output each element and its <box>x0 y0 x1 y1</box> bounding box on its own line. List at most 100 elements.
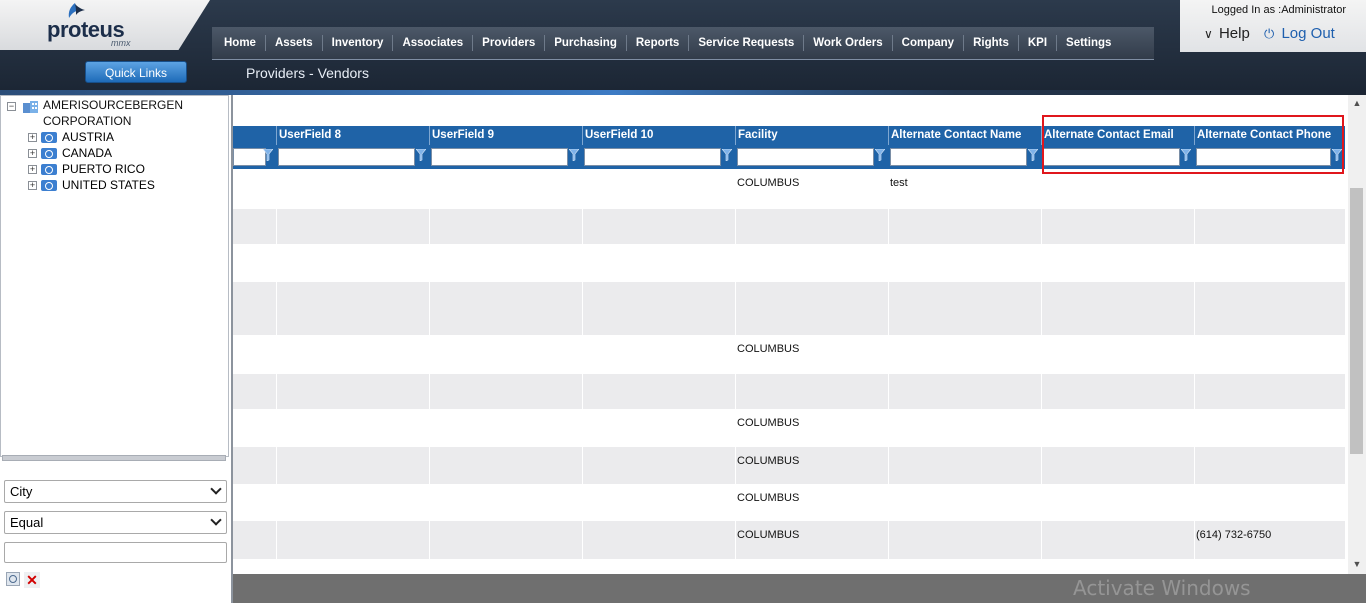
nav-purchasing[interactable]: Purchasing <box>545 35 627 51</box>
scroll-down-icon[interactable]: ▼ <box>1348 556 1366 573</box>
table-row[interactable] <box>233 374 1345 409</box>
column-filter-input[interactable] <box>278 148 415 166</box>
table-row[interactable]: COLUMBUS <box>233 409 1345 447</box>
table-row[interactable]: COLUMBUS <box>233 447 1345 484</box>
search-icon[interactable] <box>6 572 20 586</box>
tree-horizontal-scrollbar[interactable] <box>2 455 226 461</box>
column-filter-input[interactable] <box>431 148 568 166</box>
logout-link[interactable]: ⏻ Log Out <box>1264 25 1335 42</box>
tree-node-label[interactable]: AUSTRIA <box>62 130 114 144</box>
tree-node-label[interactable]: CANADA <box>62 146 112 160</box>
column-filter-input[interactable] <box>737 148 874 166</box>
nav-reports[interactable]: Reports <box>627 35 690 51</box>
nav-work-orders[interactable]: Work Orders <box>804 35 893 51</box>
tree-node-canada[interactable]: + CANADA <box>28 146 112 160</box>
nav-inventory[interactable]: Inventory <box>323 35 394 51</box>
expand-icon[interactable]: + <box>28 181 37 191</box>
filter-funnel-icon[interactable] <box>1028 149 1038 161</box>
nav-service-requests[interactable]: Service Requests <box>689 35 805 51</box>
filter-funnel-icon[interactable] <box>569 149 579 161</box>
expand-icon[interactable]: + <box>28 149 37 159</box>
help-link[interactable]: ∨ Help <box>1204 25 1250 42</box>
column-filter-input[interactable] <box>890 148 1027 166</box>
filter-funnel-icon[interactable] <box>416 149 426 161</box>
filter-funnel-icon[interactable] <box>263 149 273 161</box>
column-header-alt-contact-phone[interactable]: Alternate Contact Phone <box>1194 126 1345 145</box>
expand-icon[interactable]: + <box>28 165 37 175</box>
table-row[interactable]: COLUMBUS <box>233 484 1345 521</box>
nav-associates[interactable]: Associates <box>393 35 474 51</box>
scroll-up-icon[interactable]: ▲ <box>1348 95 1366 112</box>
scroll-thumb[interactable] <box>1350 188 1363 454</box>
nav-providers[interactable]: Providers <box>473 35 546 51</box>
table-cell <box>1041 409 1194 417</box>
column-divider <box>1041 169 1042 574</box>
table-row[interactable] <box>233 244 1345 282</box>
table-cell: COLUMBUS <box>737 343 800 355</box>
nav-company[interactable]: Company <box>893 35 965 51</box>
nav-home[interactable]: Home <box>215 35 266 51</box>
column-header-alt-contact-email[interactable]: Alternate Contact Email <box>1041 126 1194 145</box>
filter-field-value: City <box>10 484 33 499</box>
table-cell <box>276 209 429 217</box>
nav-kpi[interactable]: KPI <box>1019 35 1058 51</box>
table-row[interactable]: COLUMBUS (614) 732-6750 <box>233 521 1345 559</box>
column-divider <box>735 169 736 574</box>
table-cell <box>888 244 1041 252</box>
nav-assets[interactable]: Assets <box>266 35 323 51</box>
nav-rights[interactable]: Rights <box>964 35 1019 51</box>
clear-filter-icon[interactable]: ✕ <box>24 572 40 588</box>
filter-funnel-icon[interactable] <box>1332 149 1342 161</box>
column-header-userfield-10[interactable]: UserField 10 <box>582 126 735 145</box>
nav-settings[interactable]: Settings <box>1057 35 1120 51</box>
quick-links-button[interactable]: Quick Links <box>85 61 187 83</box>
filter-funnel-icon[interactable] <box>875 149 885 161</box>
tree-node-puerto-rico[interactable]: + PUERTO RICO <box>28 162 145 176</box>
table-cell <box>888 559 1041 567</box>
filter-operator-select[interactable]: Equal <box>4 511 227 534</box>
table-cell <box>888 521 1041 529</box>
column-filter-input[interactable] <box>233 148 266 166</box>
filter-value-input[interactable] <box>4 542 227 563</box>
table-cell <box>1194 409 1345 417</box>
column-divider <box>429 169 430 574</box>
tree-node-label[interactable]: PUERTO RICO <box>62 162 145 176</box>
vendors-grid: UserField 8 UserField 9 UserField 10 Fac… <box>233 95 1366 603</box>
column-filter-input[interactable] <box>1043 148 1180 166</box>
column-header-facility[interactable]: Facility <box>735 126 888 145</box>
table-cell <box>429 374 582 382</box>
expand-icon[interactable]: + <box>28 133 37 143</box>
collapse-icon[interactable]: − <box>7 102 16 112</box>
table-cell <box>735 244 888 252</box>
tree-root-label-2[interactable]: CORPORATION <box>43 114 131 128</box>
table-cell: COLUMBUS <box>737 177 800 189</box>
column-header[interactable] <box>233 126 276 145</box>
table-cell <box>1041 447 1194 455</box>
table-row[interactable] <box>233 559 1345 574</box>
filter-field-select[interactable]: City <box>4 480 227 503</box>
filter-panel: City Equal ✕ <box>0 468 232 603</box>
tree-root-label[interactable]: AMERISOURCEBERGEN <box>43 98 183 112</box>
tree-root[interactable]: − <box>7 99 40 114</box>
column-header-userfield-9[interactable]: UserField 9 <box>429 126 582 145</box>
table-row[interactable]: COLUMBUS test <box>233 169 1345 209</box>
filter-funnel-icon[interactable] <box>1181 149 1191 161</box>
column-header-alt-contact-name[interactable]: Alternate Contact Name <box>888 126 1041 145</box>
table-row[interactable] <box>233 209 1345 244</box>
table-row[interactable] <box>233 282 1345 335</box>
table-cell <box>276 335 429 343</box>
table-cell <box>582 169 735 177</box>
logo-subtitle: mmx <box>111 38 131 48</box>
column-filter-input[interactable] <box>584 148 721 166</box>
tree-node-label[interactable]: UNITED STATES <box>62 178 155 192</box>
table-cell <box>1194 484 1345 492</box>
tree-node-austria[interactable]: + AUSTRIA <box>28 130 114 144</box>
filter-funnel-icon[interactable] <box>722 149 732 161</box>
table-row[interactable]: COLUMBUS <box>233 335 1345 374</box>
column-header-userfield-8[interactable]: UserField 8 <box>276 126 429 145</box>
grid-vertical-scrollbar[interactable]: ▲ ▼ <box>1348 95 1366 574</box>
tree-node-united-states[interactable]: + UNITED STATES <box>28 178 155 192</box>
table-cell <box>582 484 735 492</box>
column-filter-input[interactable] <box>1196 148 1331 166</box>
table-cell <box>735 374 888 382</box>
